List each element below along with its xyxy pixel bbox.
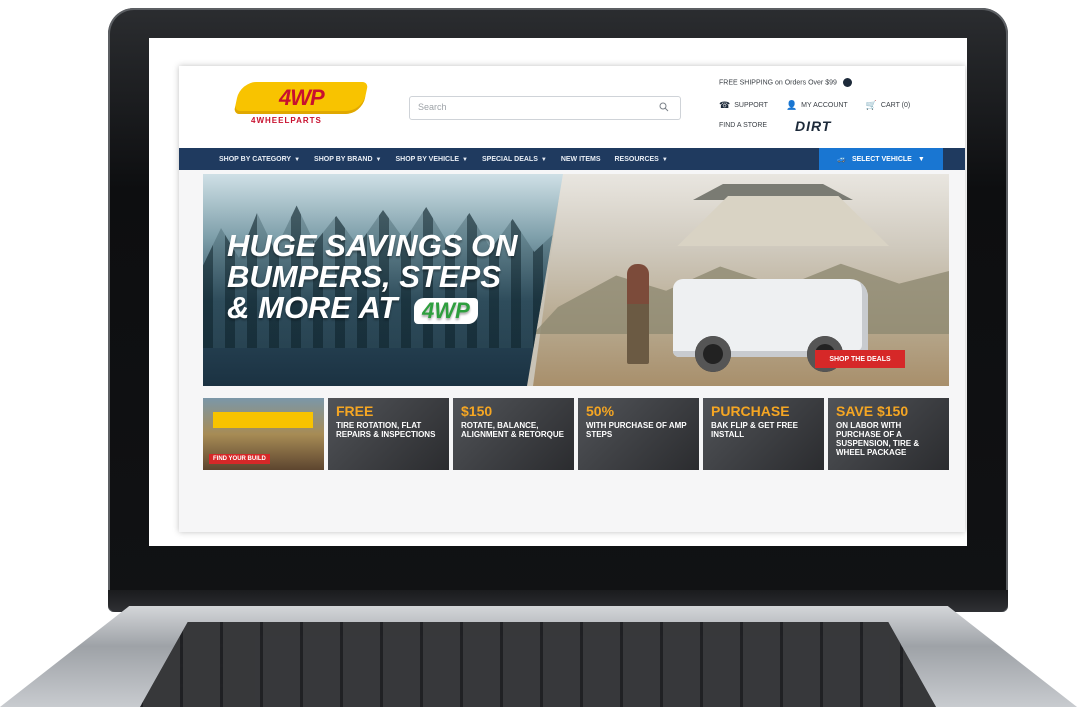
find-store-link[interactable]: FIND A STORE (719, 122, 767, 129)
search-icon[interactable] (658, 101, 670, 113)
shipping-text: FREE SHIPPING on Orders Over $99 (719, 79, 837, 87)
cart-label: CART (0) (880, 102, 911, 109)
utility-links: ☎ SUPPORT 👤 MY ACCOUNT 🛒 CART (0) (719, 100, 910, 111)
account-link[interactable]: 👤 MY ACCOUNT (786, 100, 848, 111)
chevron-down-icon: ▼ (661, 156, 668, 163)
nav-shop-by-category-label: SHOP BY CATEGORY (219, 155, 292, 163)
promo-tile-1[interactable]: FIND YOUR BUILD (203, 398, 324, 470)
promo-headline: SAVE $150 (836, 403, 909, 419)
brand-logo[interactable]: 4WP 4WHEELPARTS (233, 82, 369, 128)
select-vehicle-button[interactable]: 🚙 SELECT VEHICLE ▼ (819, 148, 943, 170)
hero-headline: HUGE SAVINGS ON BUMPERS, STEPS & MORE AT… (227, 230, 547, 324)
nav-shop-by-vehicle[interactable]: SHOP BY VEHICLE ▼ (395, 156, 468, 163)
chevron-down-icon: ▼ (294, 156, 301, 163)
keyboard-keys (140, 622, 936, 707)
brand-logo-badge: 4WP (233, 82, 369, 114)
main-nav: SHOP BY CATEGORY ▼ SHOP BY BRAND ▼ SHOP BY… (179, 148, 965, 170)
promo-headline: FREE (336, 403, 374, 419)
cart-icon: 🛒 (865, 100, 877, 110)
promo-headline: 50% (586, 403, 615, 419)
support-label: SUPPORT (734, 102, 768, 109)
phone-icon: ☎ (719, 100, 731, 110)
info-icon[interactable] (842, 78, 852, 87)
hero-brand-badge: 4WP (414, 298, 478, 324)
vehicle-icon: 🚙 (837, 156, 846, 163)
promo-tile-6[interactable]: SAVE $150 ON LABOR WITH PURCHASE OF A SU… (828, 398, 949, 470)
brand-logo-subtitle: 4WHEELPARTS (251, 116, 322, 125)
website-page: 4WP 4WHEELPARTS Search FREE SHIPPING on … (179, 66, 965, 532)
dirt-logo[interactable]: DIRT (795, 118, 831, 134)
promo-headline: PURCHASE (711, 403, 790, 419)
chevron-down-icon: ▼ (375, 156, 382, 163)
promo-strip: FIND YOUR BUILD FREE TIRE ROTATION, FLAT… (203, 398, 949, 470)
chevron-down-icon: ▼ (540, 156, 547, 163)
promo-text: FREE TIRE ROTATION, FLAT REPAIRS & INSPE… (336, 403, 443, 440)
nav-new-items-label: NEW ITEMS (560, 155, 601, 163)
promo-headline: $150 (461, 403, 493, 419)
user-icon: 👤 (785, 100, 798, 110)
promo-tile-5[interactable]: PURCHASE BAK FLIP & GET FREE INSTALL (703, 398, 824, 470)
chevron-down-icon: ▼ (917, 155, 925, 163)
nav-shop-by-brand-label: SHOP BY BRAND (314, 155, 373, 163)
promo-tile-4[interactable]: 50% WITH PURCHASE OF AMP STEPS (578, 398, 699, 470)
promo-body: BAK FLIP & GET FREE INSTALL (711, 421, 798, 439)
laptop-screen: 4WP 4WHEELPARTS Search FREE SHIPPING on … (149, 38, 967, 546)
promo-text: 50% WITH PURCHASE OF AMP STEPS (586, 403, 693, 440)
nav-shop-by-category[interactable]: SHOP BY CATEGORY ▼ (219, 156, 300, 163)
hero-banner[interactable]: HUGE SAVINGS ON BUMPERS, STEPS & MORE AT… (203, 174, 949, 386)
account-label: MY ACCOUNT (801, 102, 848, 109)
promo-tile-2[interactable]: FREE TIRE ROTATION, FLAT REPAIRS & INSPE… (328, 398, 449, 470)
promo-body: TIRE ROTATION, FLAT REPAIRS & INSPECTION… (336, 421, 436, 439)
hero-headline-line-2: BUMPERS, STEPS (227, 259, 501, 294)
promo-body: WITH PURCHASE OF AMP STEPS (586, 421, 687, 439)
promo-tile-3[interactable]: $150 ROTATE, BALANCE, ALIGNMENT & RETORQ… (453, 398, 574, 470)
promo-body: ON LABOR WITH PURCHASE OF A SUSPENSION, … (836, 421, 920, 457)
nav-resources[interactable]: RESOURCES ▼ (615, 156, 668, 163)
shop-the-deals-button[interactable]: SHOP THE DEALS (815, 350, 905, 368)
brand-logo-text: 4WP (278, 85, 324, 110)
select-vehicle-label: SELECT VEHICLE (851, 155, 912, 163)
cart-link[interactable]: 🛒 CART (0) (866, 100, 911, 111)
promo-cta[interactable]: FIND YOUR BUILD (209, 454, 270, 464)
promo-body: ROTATE, BALANCE, ALIGNMENT & RETORQUE (461, 421, 564, 439)
person-figure (627, 264, 649, 364)
laptop-keyboard (140, 622, 936, 707)
promo-text: SAVE $150 ON LABOR WITH PURCHASE OF A SU… (836, 403, 943, 458)
promo-text: $150 ROTATE, BALANCE, ALIGNMENT & RETORQ… (461, 403, 568, 440)
site-header: 4WP 4WHEELPARTS Search FREE SHIPPING on … (179, 66, 965, 148)
promo-text: PURCHASE BAK FLIP & GET FREE INSTALL (711, 403, 818, 440)
search-placeholder: Search (418, 102, 447, 112)
nav-special-deals[interactable]: SPECIAL DEALS ▼ (482, 156, 547, 163)
hero-headline-line-1: HUGE SAVINGS ON (227, 228, 518, 263)
promo-logo-badge (213, 412, 313, 428)
main-nav-items: SHOP BY CATEGORY ▼ SHOP BY BRAND ▼ SHOP BY… (219, 148, 668, 170)
support-link[interactable]: ☎ SUPPORT (719, 100, 768, 111)
utility-bar: FREE SHIPPING on Orders Over $99 ☎ SUPPO… (719, 78, 959, 142)
shipping-banner: FREE SHIPPING on Orders Over $99 (719, 78, 852, 87)
nav-shop-by-vehicle-label: SHOP BY VEHICLE (395, 155, 460, 163)
nav-special-deals-label: SPECIAL DEALS (481, 155, 538, 163)
nav-new-items[interactable]: NEW ITEMS (561, 156, 601, 163)
nav-resources-label: RESOURCES (614, 155, 659, 163)
nav-shop-by-brand[interactable]: SHOP BY BRAND ▼ (314, 156, 381, 163)
hero-headline-line-3: & MORE AT (227, 290, 398, 325)
chevron-down-icon: ▼ (462, 156, 468, 163)
truck-wheel-rear (695, 336, 731, 372)
search-input[interactable]: Search (409, 96, 681, 120)
